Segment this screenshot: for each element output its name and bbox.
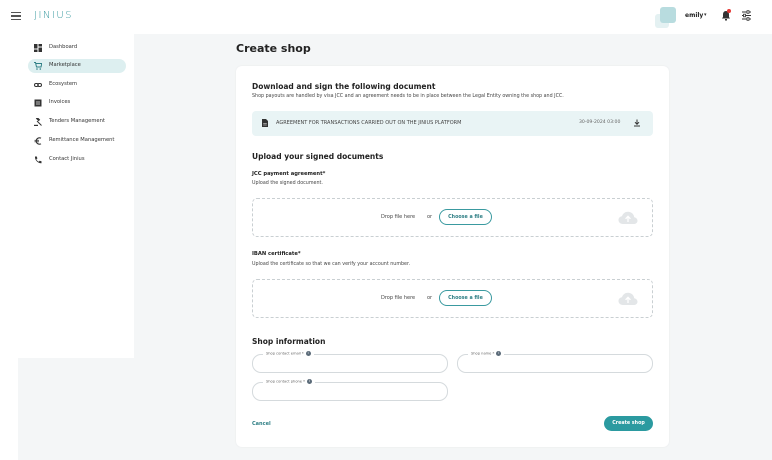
sidebar-item-label: Tenders Management [49, 118, 105, 124]
invoice-icon [34, 99, 42, 107]
cloud-upload-icon [618, 211, 638, 224]
download-icon[interactable] [633, 119, 641, 127]
sidebar-item-ecosystem[interactable]: Ecosystem [28, 78, 126, 92]
iban-choose-file-button[interactable]: Choose a file [439, 290, 492, 306]
info-icon[interactable]: i [305, 351, 311, 356]
jcc-agreement-label: JCC payment agreement* [252, 171, 326, 177]
sidebar-item-dashboard[interactable]: Dashboard [28, 41, 126, 55]
shop-info-title: Shop information [252, 337, 326, 346]
or-text: or [427, 214, 433, 220]
iban-certificate-label: IBAN certificate* [252, 251, 301, 257]
sidebar: Dashboard Marketplace Ecosystem Invoices… [0, 34, 134, 358]
info-icon[interactable]: i [306, 379, 312, 384]
agreement-document-row[interactable]: AGREEMENT FOR TRANSACTIONS CARRIED OUT O… [252, 111, 653, 136]
euro-icon [34, 137, 42, 145]
or-text: or [427, 295, 433, 301]
download-section-description: Shop payouts are handled by visa JCC and… [252, 94, 564, 99]
shop-phone-input[interactable] [261, 387, 417, 397]
sidebar-item-label: Remittance Management [49, 137, 115, 143]
sidebar-item-label: Marketplace [49, 62, 81, 68]
sidebar-item-label: Contact Jinius [49, 156, 85, 162]
chevron-down-icon[interactable]: ▾ [704, 12, 707, 18]
sidebar-item-label: Invoices [49, 99, 71, 105]
jcc-agreement-description: Upload the signed document. [252, 181, 323, 186]
gavel-icon [34, 118, 42, 126]
page-title: Create shop [236, 42, 311, 55]
sidebar-item-tenders[interactable]: Tenders Management [28, 115, 126, 129]
jcc-dropzone[interactable]: Drop file here or Choose a file [252, 198, 653, 237]
notification-badge [727, 9, 731, 13]
shop-name-input[interactable] [466, 359, 622, 369]
document-date: 30-09-2024 03:00 [579, 120, 621, 125]
sidebar-item-contact[interactable]: Contact Jinius [28, 153, 126, 167]
iban-certificate-description: Upload the certificate so that we can ve… [252, 262, 411, 267]
shop-email-field[interactable]: Shop contact email * i [252, 351, 448, 373]
settings-sliders-icon[interactable] [741, 10, 752, 21]
user-avatar[interactable] [660, 7, 676, 23]
shop-name-field[interactable]: Shop name * i [457, 351, 653, 373]
sidebar-item-invoices[interactable]: Invoices [28, 96, 126, 110]
cart-icon [34, 62, 42, 70]
shop-phone-label: Shop contact phone * i [263, 379, 315, 384]
dashboard-icon [34, 44, 42, 52]
link-icon [34, 83, 42, 87]
phone-icon [34, 156, 42, 164]
sidebar-item-marketplace[interactable]: Marketplace [28, 59, 126, 73]
upload-section-title: Upload your signed documents [252, 152, 384, 161]
shop-email-label: Shop contact email * i [263, 351, 314, 356]
drop-file-text: Drop file here [381, 295, 416, 301]
create-shop-button[interactable]: Create shop [604, 416, 653, 431]
top-bar: JINIUS emily ▾ [0, 0, 772, 34]
info-icon[interactable]: i [496, 351, 502, 356]
menu-icon[interactable] [11, 12, 21, 21]
shop-name-label: Shop name * i [468, 351, 505, 356]
jinius-logo[interactable]: JINIUS [34, 10, 73, 21]
document-name: AGREEMENT FOR TRANSACTIONS CARRIED OUT O… [276, 120, 462, 126]
download-section-title: Download and sign the following document [252, 82, 436, 91]
drop-file-text: Drop file here [381, 214, 416, 220]
background-panel [18, 358, 134, 460]
sidebar-item-remittance[interactable]: Remittance Management [28, 134, 126, 148]
shop-email-input[interactable] [261, 359, 417, 369]
iban-dropzone[interactable]: Drop file here or Choose a file [252, 279, 653, 318]
jcc-choose-file-button[interactable]: Choose a file [439, 209, 492, 225]
sidebar-item-label: Dashboard [49, 44, 78, 50]
cloud-upload-icon [618, 292, 638, 305]
user-name[interactable]: emily [685, 12, 703, 19]
cancel-button[interactable]: Cancel [252, 421, 271, 427]
document-icon [262, 119, 268, 127]
shop-phone-field[interactable]: Shop contact phone * i [252, 379, 448, 401]
sidebar-item-label: Ecosystem [49, 81, 78, 87]
